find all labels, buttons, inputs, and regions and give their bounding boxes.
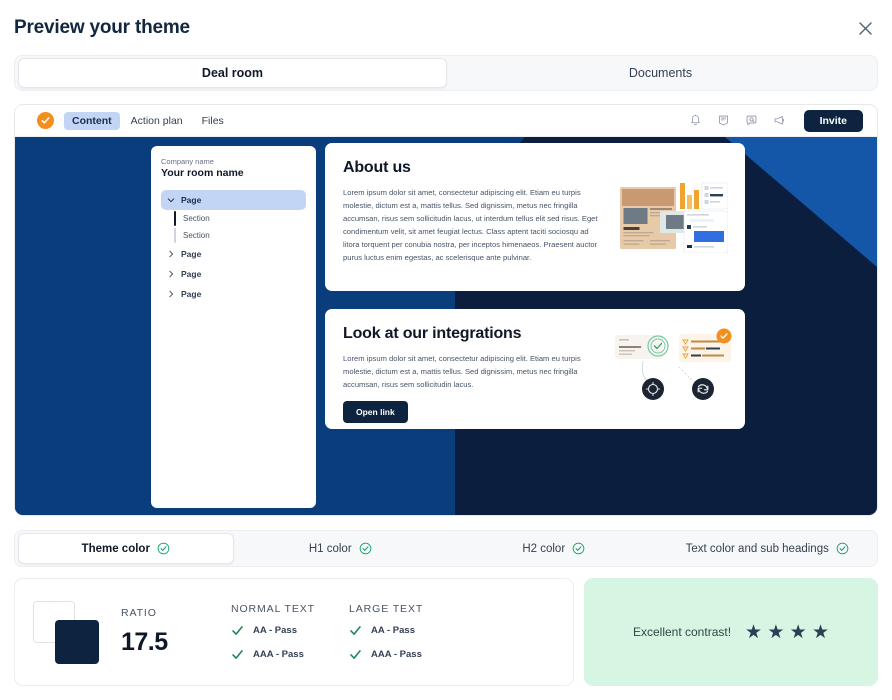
room-sidebar: Company name Your room name Page Section… bbox=[151, 146, 316, 508]
tab-h2-color[interactable]: H2 color bbox=[447, 533, 661, 564]
pass-label: AAA - Pass bbox=[253, 649, 304, 660]
tab-label: Theme color bbox=[81, 542, 150, 555]
chevron-right-icon bbox=[169, 290, 174, 298]
room-canvas: Company name Your room name Page Section… bbox=[15, 137, 877, 515]
card-body-text: Lorem ipsum dolor sit amet, consectetur … bbox=[343, 188, 598, 263]
check-circle-icon bbox=[836, 542, 849, 555]
room-name-label: Your room name bbox=[161, 167, 244, 179]
tab-text-color-and-sub-headings[interactable]: Text color and sub headings bbox=[661, 533, 875, 564]
color-tab-bar: Theme color H1 color H2 color Text color… bbox=[14, 530, 878, 567]
pass-label: AAA - Pass bbox=[371, 649, 422, 660]
large-text-header: LARGE TEXT bbox=[349, 603, 424, 615]
large-text-column: LARGE TEXT AA - Pass AAA - Pass bbox=[349, 603, 467, 661]
tab-deal-room[interactable]: Deal room bbox=[18, 58, 447, 88]
tab-h1-color[interactable]: H1 color bbox=[234, 533, 448, 564]
pass-label: AA - Pass bbox=[253, 625, 297, 636]
check-circle-icon bbox=[157, 542, 170, 555]
integrations-illustration bbox=[615, 328, 732, 400]
contrast-result-row: RATIO 17.5 NORMAL TEXT AA - Pass AAA - P… bbox=[14, 578, 878, 686]
bell-icon[interactable] bbox=[688, 113, 703, 128]
invite-button[interactable]: Invite bbox=[803, 109, 863, 132]
check-icon bbox=[350, 626, 361, 635]
color-swatch-pair bbox=[33, 597, 113, 667]
pass-label: AA - Pass bbox=[371, 625, 415, 636]
theme-preview-frame: Content Action plan Files Invite Company… bbox=[14, 104, 878, 516]
contrast-verdict-panel: Excellent contrast! ★ ★ ★ ★ bbox=[584, 578, 878, 686]
chevron-right-icon bbox=[169, 250, 174, 258]
close-icon bbox=[858, 21, 872, 35]
content-card-about-us: About us Lorem ipsum dolor sit amet, con… bbox=[325, 143, 745, 291]
check-badge-logo-icon bbox=[37, 112, 54, 129]
check-icon bbox=[232, 650, 243, 659]
tree-item-label: Page bbox=[181, 195, 202, 205]
preview-theme-modal: Preview your theme Deal room Documents C… bbox=[0, 0, 892, 700]
verdict-label: Excellent contrast! bbox=[632, 625, 732, 639]
star-rating: ★ ★ ★ ★ bbox=[745, 621, 830, 643]
tree-item-label: Page bbox=[181, 269, 202, 279]
tree-item-label: Page bbox=[181, 249, 202, 259]
search-chat-icon[interactable] bbox=[744, 113, 759, 128]
tree-item-page-2[interactable]: Page bbox=[161, 244, 306, 264]
card-body-text: Lorem ipsum dolor sit amet, consectetur … bbox=[343, 354, 581, 390]
close-button[interactable] bbox=[852, 15, 878, 41]
tree-item-page-4[interactable]: Page bbox=[161, 284, 306, 304]
company-name-label: Company name bbox=[161, 157, 214, 166]
nav-item-action-plan[interactable]: Action plan bbox=[123, 112, 191, 130]
normal-text-header: NORMAL TEXT bbox=[231, 603, 315, 615]
chevron-down-icon bbox=[167, 198, 175, 203]
tree-item-section-2[interactable]: Section bbox=[174, 227, 306, 244]
page-title: Preview your theme bbox=[14, 17, 190, 38]
app-bar-actions: Invite bbox=[688, 109, 869, 132]
document-collage-illustration bbox=[620, 182, 728, 253]
check-circle-icon bbox=[572, 542, 585, 555]
normal-text-aaa-row: AAA - Pass bbox=[231, 648, 349, 661]
modal-header: Preview your theme bbox=[0, 0, 892, 52]
chevron-right-icon bbox=[169, 270, 174, 278]
open-link-button[interactable]: Open link bbox=[343, 401, 408, 424]
tree-section-group: Section Section bbox=[161, 210, 306, 244]
tab-label: Text color and sub headings bbox=[685, 542, 829, 555]
tree-item-label: Page bbox=[181, 289, 202, 299]
ratio-label: RATIO bbox=[121, 607, 157, 619]
tree-item-section-1[interactable]: Section bbox=[174, 210, 306, 227]
view-tab-bar: Deal room Documents bbox=[14, 55, 878, 91]
large-text-aa-row: AA - Pass bbox=[349, 624, 467, 637]
nav-item-files[interactable]: Files bbox=[194, 112, 232, 130]
notes-icon[interactable] bbox=[716, 113, 731, 128]
large-text-aaa-row: AAA - Pass bbox=[349, 648, 467, 661]
tree-item-page-1[interactable]: Page bbox=[161, 190, 306, 210]
normal-text-aa-row: AA - Pass bbox=[231, 624, 349, 637]
preview-app-bar: Content Action plan Files Invite bbox=[15, 105, 877, 137]
nav-item-content[interactable]: Content bbox=[64, 111, 120, 130]
tab-theme-color[interactable]: Theme color bbox=[18, 533, 234, 564]
ratio-value: 17.5 bbox=[121, 628, 168, 656]
contrast-details-panel: RATIO 17.5 NORMAL TEXT AA - Pass AAA - P… bbox=[14, 578, 574, 686]
check-icon bbox=[350, 650, 361, 659]
tree-item-page-3[interactable]: Page bbox=[161, 264, 306, 284]
card-title: About us bbox=[343, 159, 411, 176]
check-circle-icon bbox=[359, 542, 371, 555]
megaphone-icon[interactable] bbox=[772, 113, 787, 128]
check-icon bbox=[232, 626, 243, 635]
tab-documents[interactable]: Documents bbox=[447, 58, 874, 88]
tab-label: H2 color bbox=[522, 542, 566, 555]
ratio-column: RATIO 17.5 bbox=[121, 607, 231, 657]
content-card-integrations: Look at our integrations Lorem ipsum dol… bbox=[325, 309, 745, 429]
tab-label: H1 color bbox=[308, 542, 352, 555]
swatch-foreground-color[interactable] bbox=[55, 620, 99, 664]
normal-text-column: NORMAL TEXT AA - Pass AAA - Pass bbox=[231, 603, 349, 661]
